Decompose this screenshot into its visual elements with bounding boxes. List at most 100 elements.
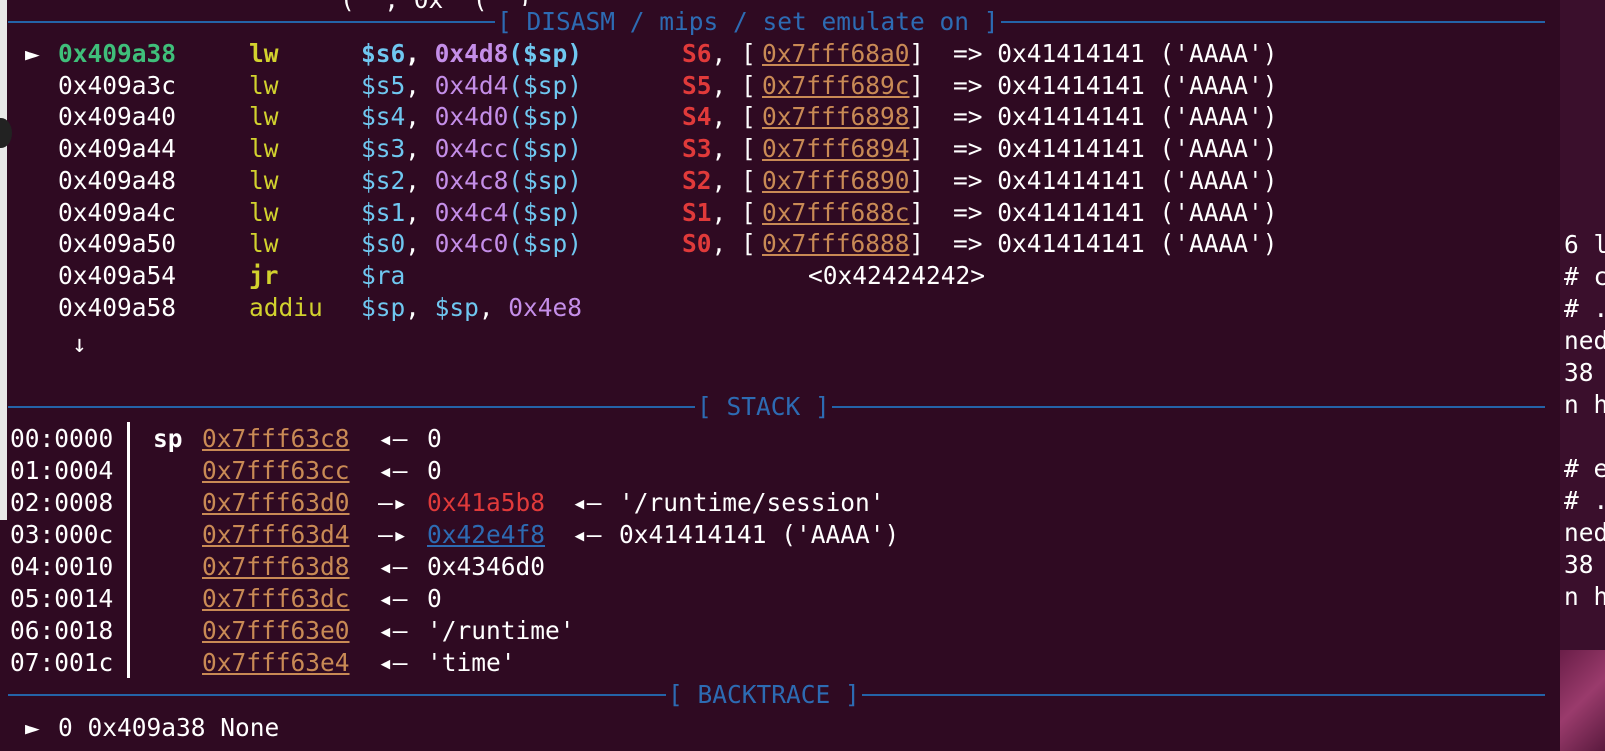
- operand-base-register: ($sp): [508, 229, 582, 259]
- continue-arrow-icon: ↓: [72, 329, 87, 358]
- stack-pointer-link[interactable]: 0x7fff68a0: [762, 38, 910, 70]
- annotation-open-bracket: , [: [711, 134, 756, 164]
- instruction-mnemonic: lw: [249, 134, 279, 164]
- disasm-row: 0x409a48 lw $s2, 0x4c8 ($sp) S2, [0x7fff6890…: [0, 165, 1540, 197]
- operand-offset: 0x4d8: [434, 39, 509, 68]
- stack-address-link[interactable]: 0x7fff63e4: [202, 647, 350, 679]
- instruction-address: 0x409a4c: [58, 197, 177, 227]
- background-terminal-line: # ./: [1564, 294, 1605, 323]
- annotated-register: S2: [682, 165, 712, 195]
- instruction-address: 0x409a48: [58, 165, 177, 195]
- operand-register: $sp: [434, 292, 479, 322]
- loaded-value: => 0x41414141 ('AAAA'): [953, 102, 1278, 132]
- operand-offset: 0x4c8: [434, 165, 509, 195]
- background-terminal-line: nedw: [1564, 326, 1605, 355]
- instruction-mnemonic: lw: [249, 102, 279, 132]
- operand-register: $s2: [361, 165, 406, 195]
- disasm-row: 0x409a44 lw $s3, 0x4cc ($sp) S3, [0x7fff6894…: [0, 133, 1540, 165]
- background-terminal-line: nedw: [1564, 518, 1605, 547]
- background-terminal-line: 38: [1564, 358, 1594, 387]
- stack-row: 07:001c 0x7fff63e4 ◂— 'time': [0, 647, 1540, 679]
- background-terminal-line: # ch: [1564, 262, 1605, 291]
- contains-arrow-icon: ◂—: [378, 455, 408, 485]
- stack-index: 07:001c: [10, 647, 114, 677]
- operand-register: $s6: [361, 39, 406, 68]
- stack-pointer-link[interactable]: 0x7fff6890: [762, 165, 910, 197]
- loaded-value: => 0x41414141 ('AAAA'): [953, 134, 1278, 164]
- operand-base-register: ($sp): [508, 102, 582, 132]
- stack-row: 04:0010 0x7fff63d8 ◂— 0x4346d0: [0, 551, 1540, 583]
- backtrace-frame[interactable]: 0 0x409a38 None: [58, 712, 279, 744]
- annotation-close-bracket: ]: [909, 102, 939, 132]
- stack-header-title: [ STACK ]: [695, 391, 832, 423]
- stack-index: 06:0018: [10, 615, 114, 645]
- instruction-address: 0x409a54: [58, 260, 177, 290]
- stack-address-link[interactable]: 0x7fff63e0: [202, 615, 350, 647]
- backtrace-header-title: [ BACKTRACE ]: [666, 679, 862, 711]
- stack-value: '/runtime/session': [619, 487, 885, 517]
- annotation-close-bracket: ]: [909, 39, 939, 68]
- stack-address-link[interactable]: 0x7fff63d8: [202, 551, 350, 583]
- backtrace-marker-icon: ►: [25, 713, 40, 742]
- operand-separator: ,: [405, 102, 435, 132]
- stack-row: 03:000c 0x7fff63d4 —▸ 0x42e4f8 ◂— 0x41414141 …: [0, 519, 1540, 551]
- backtrace-row: ► 0 0x409a38 None: [0, 712, 1540, 744]
- stack-value: 0: [427, 424, 442, 453]
- stack-value: 0: [427, 455, 442, 485]
- instruction-mnemonic: lw: [249, 70, 279, 100]
- instruction-address: 0x409a3c: [58, 70, 177, 100]
- stack-pointer-link[interactable]: 0x7fff6898: [762, 101, 910, 133]
- background-terminal-line: # ec: [1564, 454, 1605, 483]
- stack-address-link[interactable]: 0x7fff63d4: [202, 519, 350, 551]
- annotated-register: S4: [682, 102, 712, 132]
- operand-separator: ,: [478, 292, 509, 322]
- operand-offset: 0x4c0: [434, 229, 509, 259]
- loaded-value: => 0x41414141 ('AAAA'): [953, 70, 1278, 100]
- stack-address-link[interactable]: 0x7fff63d0: [202, 487, 350, 519]
- disasm-row: 0x409a4c lw $s1, 0x4c4 ($sp) S1, [0x7fff688c…: [0, 197, 1540, 229]
- instruction-address: 0x409a50: [58, 229, 177, 259]
- operand-separator: ,: [405, 165, 435, 195]
- operand-separator: ,: [405, 70, 435, 100]
- stack-pointer-link[interactable]: 0x7fff6888: [762, 228, 910, 260]
- instruction-address: 0x409a44: [58, 134, 177, 164]
- annotation-open-bracket: , [: [711, 102, 756, 132]
- contains-arrow-icon: ◂—: [572, 487, 602, 517]
- operand-offset: 0x4cc: [434, 134, 509, 164]
- stack-pointer-link[interactable]: 0x7fff688c: [762, 197, 910, 229]
- instruction-mnemonic: lw: [249, 197, 279, 227]
- instruction-address: 0x409a38: [58, 39, 177, 68]
- stack-row: 05:0014 0x7fff63dc ◂— 0: [0, 583, 1540, 615]
- annotation-close-bracket: ]: [909, 134, 939, 164]
- dereferenced-pointer[interactable]: 0x42e4f8: [427, 519, 545, 551]
- stack-pointer-link[interactable]: 0x7fff6894: [762, 133, 910, 165]
- backtrace-header: [ BACKTRACE ]: [8, 679, 1545, 711]
- stack-address-link[interactable]: 0x7fff63dc: [202, 583, 350, 615]
- stack-index: 04:0010: [10, 551, 114, 581]
- dereferenced-pointer: 0x41a5b8: [427, 487, 546, 517]
- background-terminal-line: # ./: [1564, 486, 1605, 515]
- operand-register: $s1: [361, 197, 406, 227]
- stack-address-link[interactable]: 0x7fff63cc: [202, 455, 350, 487]
- instruction-mnemonic: lw: [249, 39, 279, 68]
- points-to-arrow-icon: —▸: [378, 519, 408, 549]
- annotation-close-bracket: ]: [909, 229, 939, 259]
- stack-value: 0x41414141 ('AAAA'): [619, 519, 900, 549]
- stack-pointer-link[interactable]: 0x7fff689c: [762, 70, 910, 102]
- annotation-close-bracket: ]: [909, 165, 939, 195]
- operand-separator: ,: [405, 229, 435, 259]
- loaded-value: => 0x41414141 ('AAAA'): [953, 165, 1278, 195]
- operand-register: $s0: [361, 229, 406, 259]
- stack-register-label: sp: [153, 424, 183, 453]
- instruction-mnemonic: lw: [249, 165, 279, 195]
- loaded-value: => 0x41414141 ('AAAA'): [953, 39, 1278, 68]
- annotation-open-bracket: , [: [711, 197, 756, 227]
- operand-offset: 0x4d4: [434, 70, 509, 100]
- stack-address-link[interactable]: 0x7fff63c8: [202, 423, 350, 455]
- disasm-row: 0x409a3c lw $s5, 0x4d4 ($sp) S5, [0x7fff689c…: [0, 70, 1540, 102]
- annotation-open-bracket: , [: [711, 70, 756, 100]
- stack-value: 0: [427, 583, 442, 613]
- stack-value: '/runtime': [427, 615, 575, 645]
- loaded-value: => 0x41414141 ('AAAA'): [953, 229, 1278, 259]
- operand-separator: ,: [405, 134, 435, 164]
